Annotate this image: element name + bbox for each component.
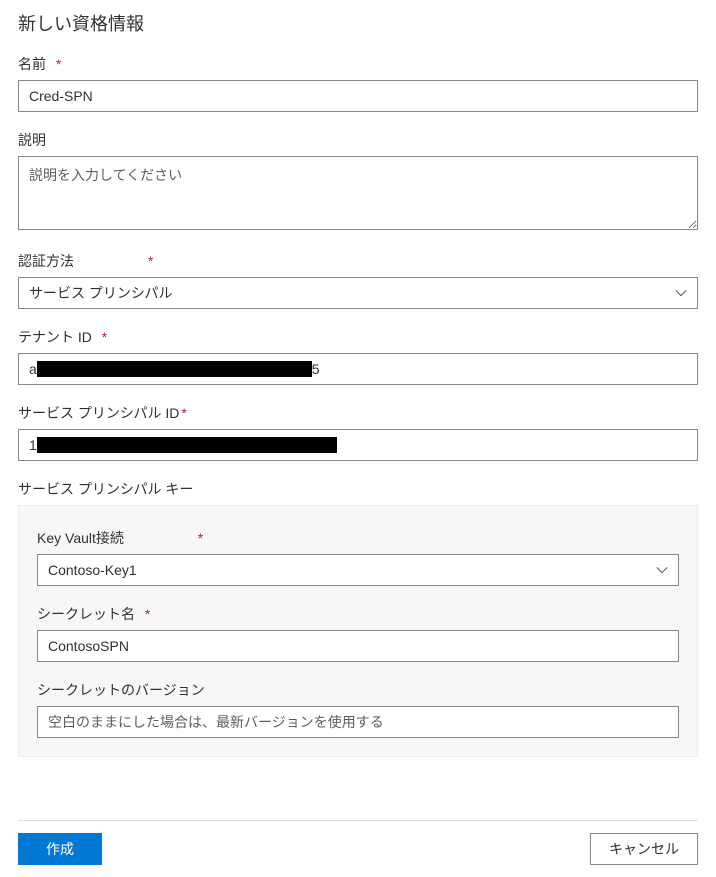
field-key-vault: Key Vault接続 * Contoso-Key1: [37, 528, 679, 586]
sp-id-label: サービス プリンシパル ID*: [18, 403, 698, 423]
auth-method-value: サービス プリンシパル: [29, 283, 172, 303]
field-name: 名前 *: [18, 54, 698, 112]
secret-version-label: シークレットのバージョン: [37, 680, 679, 700]
key-vault-value: Contoso-Key1: [48, 562, 137, 578]
key-vault-label: Key Vault接続 *: [37, 528, 679, 548]
auth-method-select[interactable]: サービス プリンシパル: [18, 277, 698, 309]
tenant-id-input[interactable]: a 5: [18, 353, 698, 385]
auth-method-label: 認証方法 *: [18, 251, 698, 271]
footer: 作成 キャンセル: [18, 820, 698, 865]
name-label: 名前 *: [18, 54, 698, 74]
page-title: 新しい資格情報: [18, 10, 698, 36]
secret-version-input[interactable]: [37, 706, 679, 738]
name-label-text: 名前: [18, 56, 46, 72]
tenant-id-label: テナント ID *: [18, 327, 698, 347]
sp-key-section: Key Vault接続 * Contoso-Key1 シークレット名 * シーク…: [18, 505, 698, 757]
field-sp-key: サービス プリンシパル キー Key Vault接続 * Contoso-Key…: [18, 479, 698, 757]
required-indicator: *: [102, 329, 107, 345]
field-description: 説明: [18, 130, 698, 233]
required-indicator: *: [181, 405, 186, 421]
field-sp-id: サービス プリンシパル ID* 1: [18, 403, 698, 461]
key-vault-label-text: Key Vault接続: [37, 530, 124, 546]
description-input[interactable]: [18, 156, 698, 230]
field-auth-method: 認証方法 * サービス プリンシパル: [18, 251, 698, 309]
key-vault-select[interactable]: Contoso-Key1: [37, 554, 679, 586]
redacted-bar: [37, 361, 312, 377]
sp-id-label-text: サービス プリンシパル ID: [18, 405, 179, 421]
tenant-id-suffix: 5: [312, 361, 320, 377]
required-indicator: *: [145, 606, 150, 622]
name-input[interactable]: [18, 80, 698, 112]
field-tenant-id: テナント ID * a 5: [18, 327, 698, 385]
secret-name-label: シークレット名 *: [37, 604, 679, 624]
create-button[interactable]: 作成: [18, 833, 102, 865]
required-indicator: *: [56, 56, 61, 72]
redacted-bar: [37, 437, 337, 453]
secret-name-input[interactable]: [37, 630, 679, 662]
field-secret-name: シークレット名 *: [37, 604, 679, 662]
secret-name-label-text: シークレット名: [37, 606, 135, 622]
auth-method-label-text: 認証方法: [18, 253, 74, 269]
description-label: 説明: [18, 130, 698, 150]
sp-id-prefix: 1: [29, 437, 37, 453]
tenant-id-label-text: テナント ID: [18, 329, 92, 345]
sp-id-input[interactable]: 1: [18, 429, 698, 461]
cancel-button[interactable]: キャンセル: [590, 833, 698, 865]
field-secret-version: シークレットのバージョン: [37, 680, 679, 738]
required-indicator: *: [198, 530, 203, 546]
sp-key-label: サービス プリンシパル キー: [18, 479, 698, 499]
required-indicator: *: [148, 253, 153, 269]
tenant-id-prefix: a: [29, 361, 37, 377]
